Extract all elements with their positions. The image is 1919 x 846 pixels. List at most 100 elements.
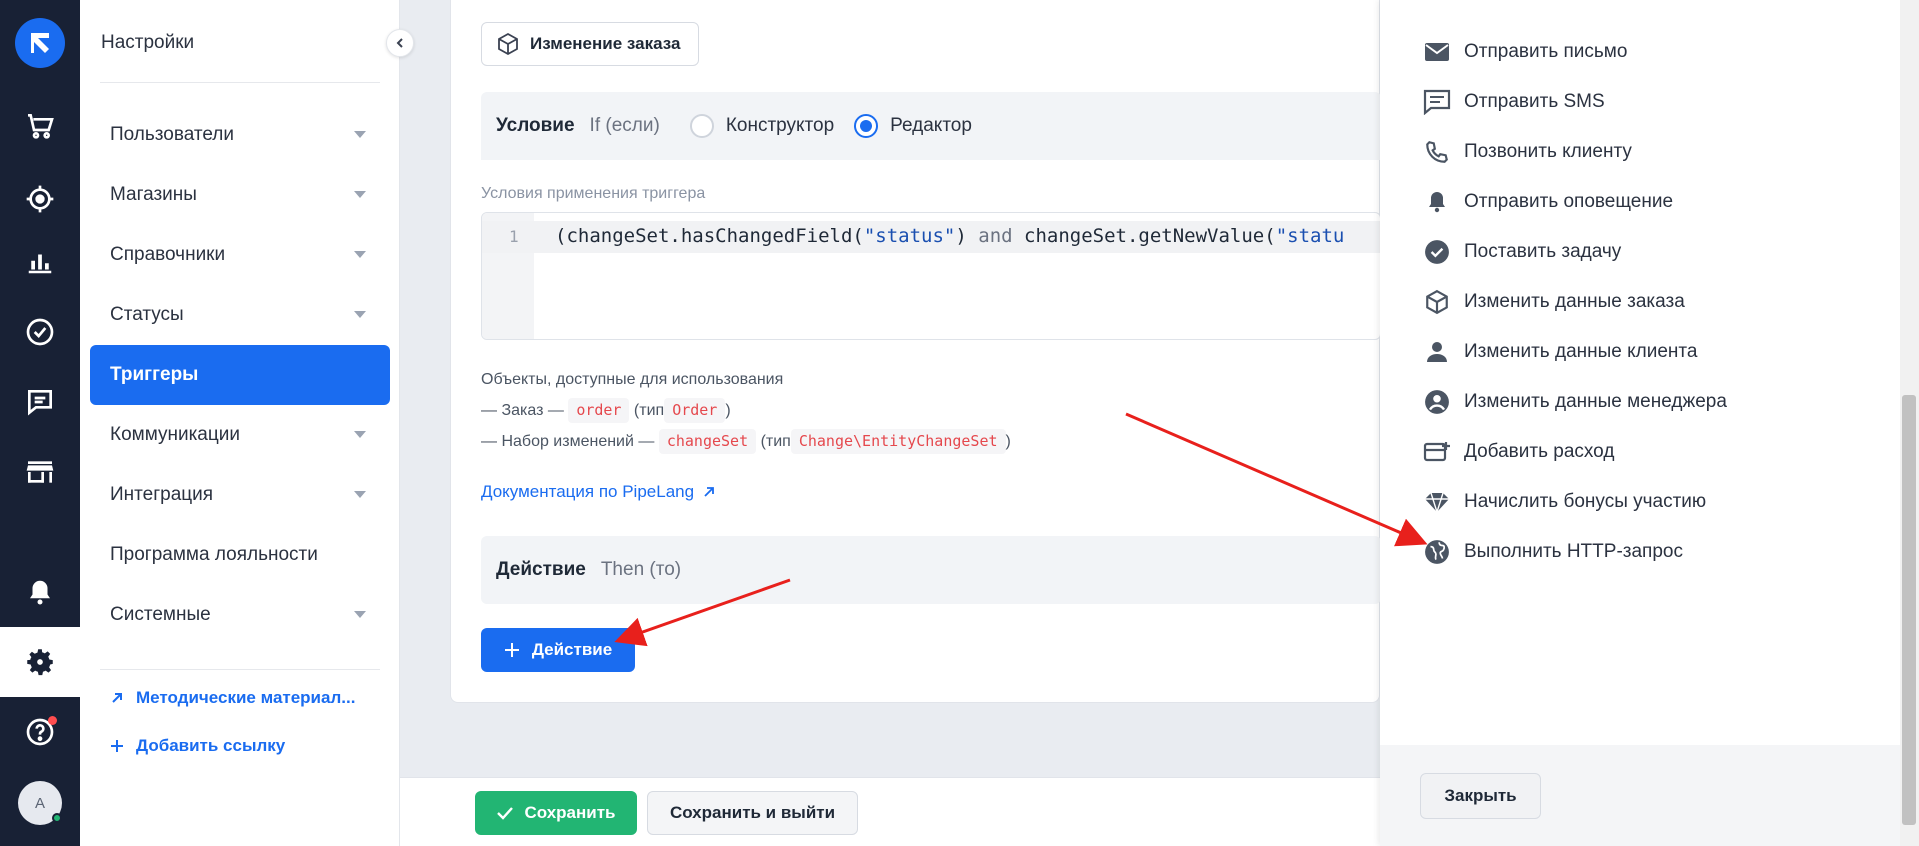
trigger-card: Изменение заказа Условие If (если) Конст… [450,0,1381,703]
close-button[interactable]: Закрыть [1420,773,1541,819]
radio-constructor[interactable]: Конструктор [689,114,834,138]
code-string: "status" [863,225,956,247]
save-button[interactable]: Сохранить [475,791,637,835]
action-change-order-data[interactable]: Изменить данные заказа [1422,286,1685,318]
object-prefix: — Заказ — [481,402,564,419]
form-footer: Сохранить Сохранить и выйти [400,777,1380,846]
link-label: Добавить ссылку [136,736,286,755]
crosshair-icon[interactable] [20,179,60,219]
action-subtitle: Then (то) [600,559,682,580]
collapse-sidebar-button[interactable] [386,29,414,57]
close-label: Закрыть [1444,786,1517,805]
objects-heading: Объекты, доступные для использования [481,371,784,388]
action-change-manager-data[interactable]: Изменить данные менеджера [1422,386,1727,418]
chat-icon[interactable] [20,382,60,422]
chevron-down-icon [354,251,366,258]
object-type: Order [664,398,726,423]
object-type: Change\EntityChangeSet [790,429,1006,454]
action-label: Отправить оповещение [1464,191,1674,212]
scrollbar-thumb[interactable] [1902,395,1916,825]
chevron-down-icon [354,131,366,138]
sidebar-item-label: Интеграция [110,484,214,505]
gem-icon [1422,487,1452,517]
divider [100,669,380,670]
sidebar-item-label: Статусы [110,304,184,325]
action-add-expense[interactable]: Добавить расход [1422,436,1614,468]
object-token: order [568,398,630,423]
link-methodical-materials[interactable]: Методические материал... [110,688,355,708]
save-exit-label: Сохранить и выйти [669,803,836,822]
mail-icon [1422,37,1452,67]
action-label: Отправить SMS [1464,91,1605,112]
pipelang-docs-link[interactable]: Документация по PipeLang [481,482,716,502]
box-icon [1422,287,1452,317]
action-picker-drawer: Отправить письмо Отправить SMS Позвонить… [1380,0,1900,846]
globe-icon [1422,537,1452,567]
radio-circle[interactable] [689,114,714,138]
avatar[interactable]: A [18,781,62,825]
main-content: Изменение заказа Условие If (если) Конст… [400,0,1381,846]
object-suffix: ) [1005,433,1011,450]
person-icon [1422,337,1452,367]
sidebar-item-system[interactable]: Системные [90,585,390,645]
code-token: ) [955,225,979,247]
action-send-sms[interactable]: Отправить SMS [1422,86,1605,118]
add-action-button[interactable]: Действие [481,628,635,672]
action-http-request[interactable]: Выполнить HTTP-запрос [1422,536,1683,568]
action-create-task[interactable]: Поставить задачу [1422,236,1621,268]
sidebar-item-loyalty[interactable]: Программа лояльности [90,525,390,585]
logo-icon[interactable] [15,18,65,68]
arrow-up-right-icon [112,693,122,703]
chevron-down-icon [354,191,366,198]
sidebar-item-stores[interactable]: Магазины [90,165,390,225]
action-label: Отправить письмо [1464,41,1628,62]
action-label: Поставить задачу [1464,241,1622,262]
code-editor[interactable]: 1 (changeSet.hasChangedField("status") a… [481,212,1381,340]
avatar-letter: A [34,794,45,812]
plus-icon [111,740,123,752]
add-link-button[interactable]: Добавить ссылку [110,736,285,756]
check-circle-icon [1422,237,1452,267]
bell-icon[interactable] [20,572,60,612]
event-chip[interactable]: Изменение заказа [481,22,700,66]
gear-icon[interactable] [0,627,80,697]
action-label: Выполнить HTTP-запрос [1464,541,1683,562]
notification-dot [48,716,57,725]
code-line[interactable]: (changeSet.hasChangedField("status") and… [555,225,1344,247]
sidebar-item-triggers[interactable]: Триггеры [90,345,390,405]
store-icon[interactable] [20,452,60,492]
action-label: Добавить расход [1464,441,1615,462]
left-rail: A [0,0,80,846]
sidebar-item-label: Пользователи [110,124,235,145]
object-prefix: — Набор изменений — [481,433,655,450]
sidebar-title: Настройки [101,32,195,53]
settings-sidebar: Настройки Пользователи Магазины Справочн… [80,0,414,846]
object-suffix: ) [725,402,731,419]
action-label: Изменить данные заказа [1464,291,1685,312]
save-and-exit-button[interactable]: Сохранить и выйти [647,791,858,835]
sidebar-item-statuses[interactable]: Статусы [90,285,390,345]
sidebar-item-integration[interactable]: Интеграция [90,465,390,525]
box-icon [498,32,518,56]
cart-icon[interactable] [20,106,60,146]
object-type-prefix: (тип [633,402,665,419]
action-add-bonuses[interactable]: Начислить бонусы участию [1422,486,1706,518]
action-send-notification[interactable]: Отправить оповещение [1422,186,1673,218]
action-send-email[interactable]: Отправить письмо [1422,36,1627,68]
condition-subtitle: If (если) [589,115,660,136]
action-change-client-data[interactable]: Изменить данные клиента [1422,336,1697,368]
add-action-label: Действие [531,640,613,659]
sidebar-item-users[interactable]: Пользователи [90,105,390,165]
action-call-client[interactable]: Позвонить клиенту [1422,136,1632,168]
code-token: changeSet.getNewValue( [1012,225,1276,247]
sidebar-item-references[interactable]: Справочники [90,225,390,285]
sidebar-item-communications[interactable]: Коммуникации [90,405,390,465]
condition-title: Условие [496,115,575,136]
code-keyword: and [978,225,1013,247]
bar-chart-icon[interactable] [20,242,60,282]
check-circle-icon[interactable] [20,312,60,352]
sidebar-item-label: Программа лояльности [110,544,318,565]
radio-editor[interactable]: Редактор [854,114,972,138]
radio-circle[interactable] [854,114,879,138]
line-number: 1 [509,227,519,246]
